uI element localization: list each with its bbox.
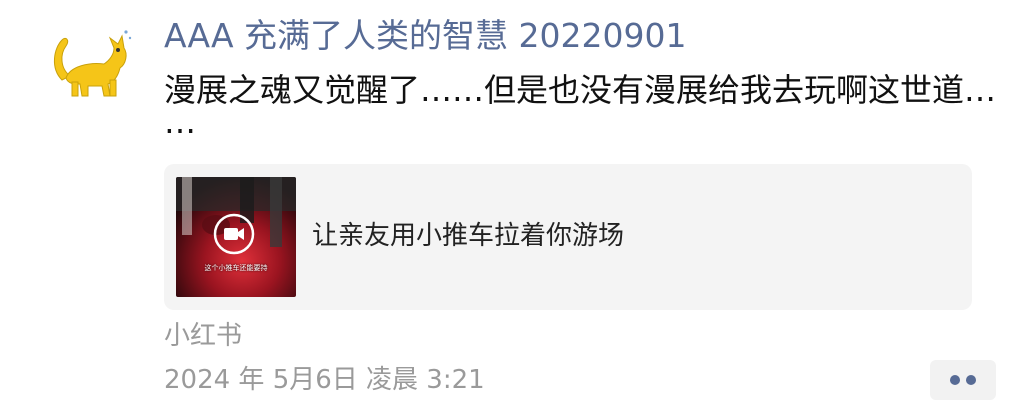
author-name[interactable]: AAA 充满了人类的智慧 20220901 <box>164 14 1004 58</box>
more-dots-icon <box>966 375 976 385</box>
video-thumbnail: 这个小推车还能要持 <box>176 177 296 297</box>
post-text-line1: 漫展之魂又觉醒了……但是也没有漫展给我去玩啊这世道… <box>164 71 997 109</box>
post-source[interactable]: 小红书 <box>164 318 242 354</box>
post-content: AAA 充满了人类的智慧 20220901 漫展之魂又觉醒了……但是也没有漫展给… <box>164 14 1004 141</box>
card-title: 让亲友用小推车拉着你游场 <box>312 221 625 251</box>
post-timestamp: 2024 年 5月6日 凌晨 3:21 <box>164 365 485 395</box>
video-camera-icon <box>213 213 255 255</box>
yellow-cat-avatar-icon <box>48 18 136 106</box>
moment-post: AAA 充满了人类的智慧 20220901 漫展之魂又觉醒了……但是也没有漫展给… <box>0 0 1024 414</box>
more-button[interactable] <box>930 360 996 400</box>
shared-video-card[interactable]: 这个小推车还能要持 让亲友用小推车拉着你游场 <box>164 164 972 310</box>
avatar[interactable] <box>48 18 136 106</box>
post-text-line2: … <box>164 103 196 141</box>
thumbnail-caption: 这个小推车还能要持 <box>204 264 268 272</box>
more-dots-icon <box>950 375 960 385</box>
